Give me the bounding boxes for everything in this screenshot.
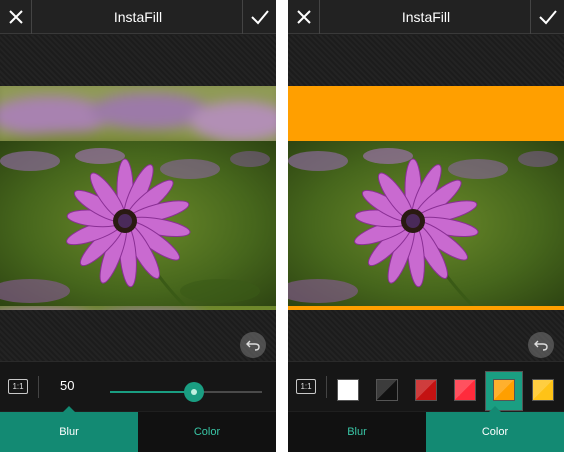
swatch-white[interactable] xyxy=(337,379,359,401)
divider xyxy=(326,376,327,398)
app-title: InstaFill xyxy=(113,9,163,25)
blur-fill-top xyxy=(0,86,276,141)
tab-blur[interactable]: Blur xyxy=(0,406,138,452)
swatch-orange[interactable] xyxy=(493,379,515,401)
app-title: InstaFill xyxy=(401,9,451,25)
swatch-red[interactable] xyxy=(454,379,476,401)
canvas-area xyxy=(288,35,564,361)
close-button[interactable] xyxy=(288,0,320,34)
square-frame xyxy=(288,86,564,310)
color-fill-top xyxy=(288,86,564,141)
swatch-yellow[interactable] xyxy=(532,379,554,401)
aspect-ratio-icon[interactable]: 1:1 xyxy=(296,379,316,394)
top-bar: InstaFill xyxy=(0,0,276,34)
close-button[interactable] xyxy=(0,0,32,34)
tab-color[interactable]: Color xyxy=(426,406,564,452)
blur-slider[interactable] xyxy=(110,382,262,402)
color-fill-bottom xyxy=(288,306,564,310)
color-toolbar: 1:1 xyxy=(288,361,564,411)
screen-color-mode: InstaFill 1:1 Blur Color xyxy=(288,0,564,452)
checkmark-icon xyxy=(250,10,269,25)
screen-blur-mode: InstaFill 1:1 50 Blur Color xyxy=(0,0,276,452)
tab-blur[interactable]: Blur xyxy=(288,412,426,452)
swatch-black[interactable] xyxy=(376,379,398,401)
canvas-area xyxy=(0,35,276,361)
undo-icon xyxy=(246,340,260,351)
aspect-ratio-icon[interactable]: 1:1 xyxy=(8,379,28,394)
undo-icon xyxy=(534,340,548,351)
mode-tabs: Blur Color xyxy=(288,406,564,452)
close-icon xyxy=(8,10,23,24)
checkmark-icon xyxy=(538,10,557,25)
divider xyxy=(38,376,39,398)
blur-value: 50 xyxy=(60,378,75,393)
undo-button[interactable] xyxy=(528,332,554,358)
photo-daisy xyxy=(288,141,564,306)
mode-tabs: Blur Color xyxy=(0,406,276,452)
tab-color[interactable]: Color xyxy=(138,412,276,452)
close-icon xyxy=(296,10,311,24)
blur-toolbar: 1:1 50 xyxy=(0,361,276,411)
swatch-dark-red[interactable] xyxy=(415,379,437,401)
confirm-button[interactable] xyxy=(242,0,276,34)
square-frame xyxy=(0,86,276,310)
top-bar: InstaFill xyxy=(288,0,564,34)
blur-fill-bottom xyxy=(0,306,276,310)
undo-button[interactable] xyxy=(240,332,266,358)
photo-daisy xyxy=(0,141,276,306)
confirm-button[interactable] xyxy=(530,0,564,34)
slider-fill xyxy=(110,391,194,393)
slider-thumb[interactable] xyxy=(183,382,204,402)
